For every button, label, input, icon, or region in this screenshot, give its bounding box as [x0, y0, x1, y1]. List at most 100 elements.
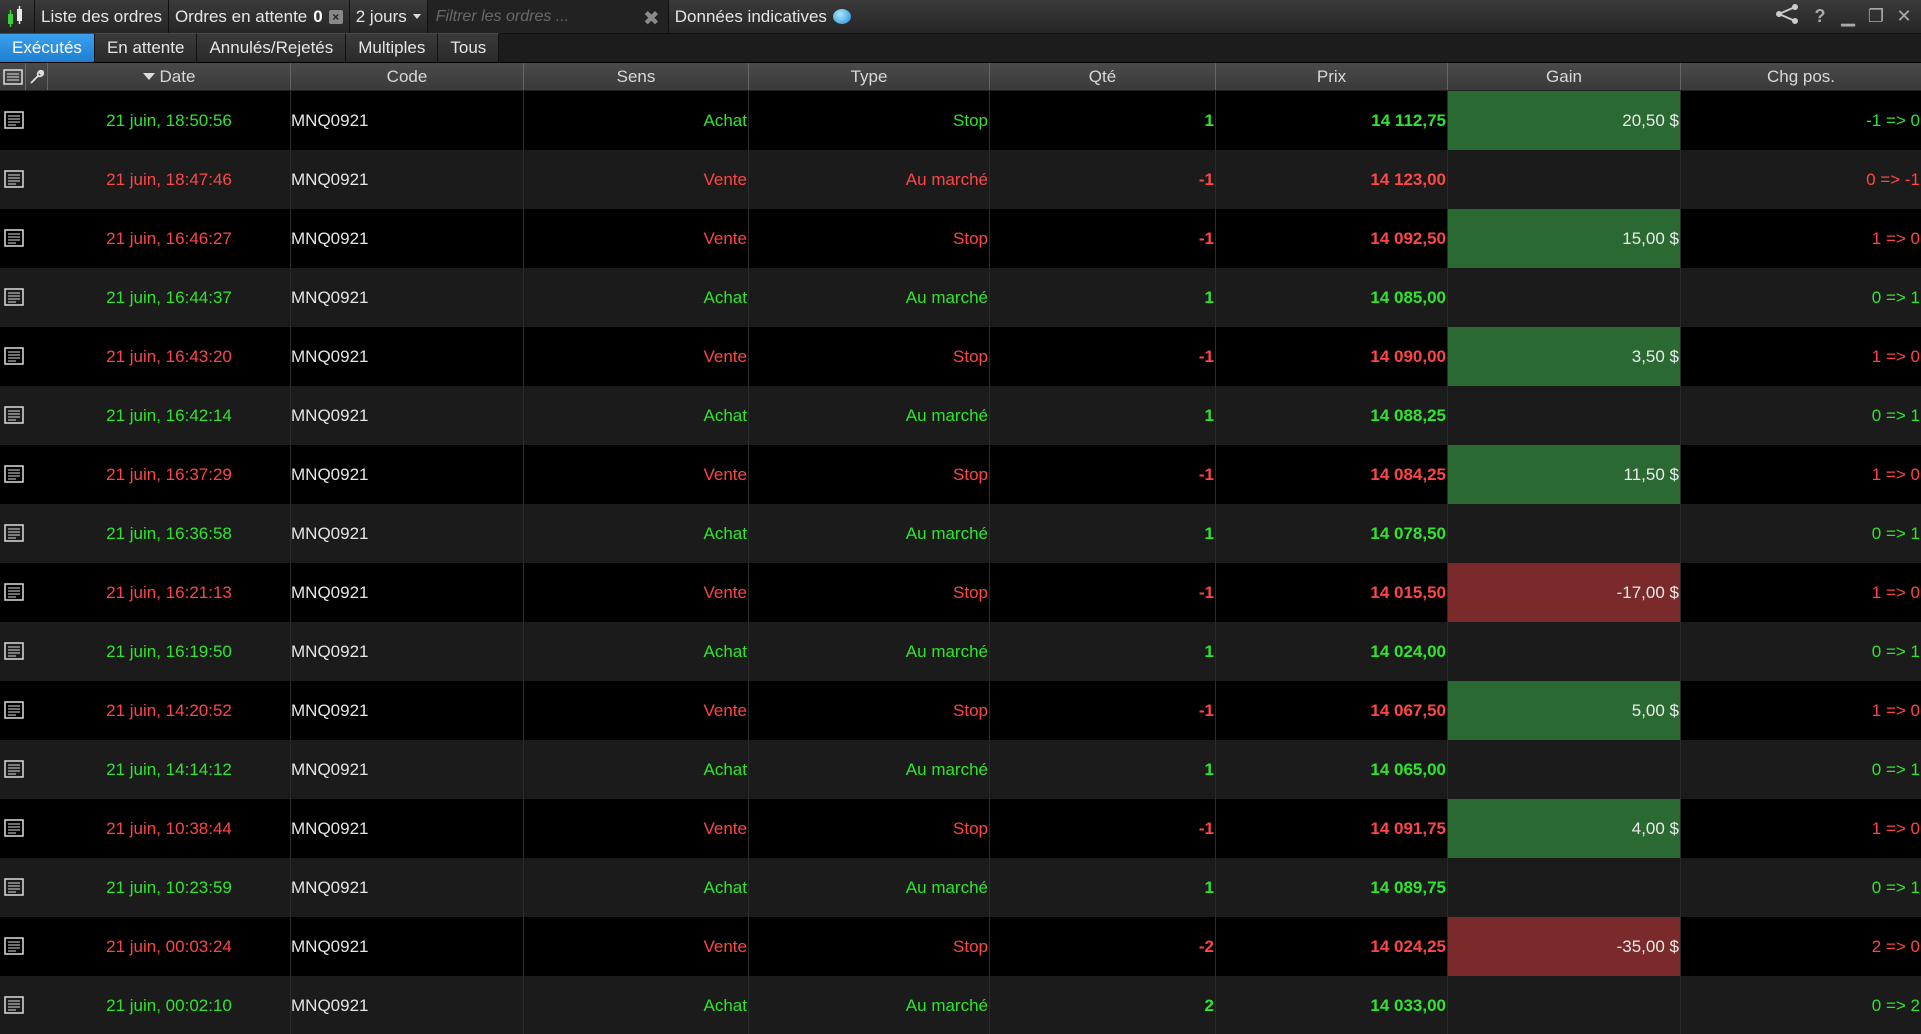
- order-details-icon[interactable]: [4, 465, 24, 483]
- help-icon[interactable]: ?: [1811, 6, 1829, 27]
- order-qty: 1: [990, 740, 1216, 799]
- col-qty[interactable]: Qté: [990, 63, 1216, 90]
- order-position-change: 0 => 1: [1871, 877, 1920, 897]
- tab-annules-rejetes[interactable]: Annulés/Rejetés: [197, 33, 347, 62]
- candlestick-icon[interactable]: [0, 0, 35, 33]
- tab-tous[interactable]: Tous: [438, 33, 500, 62]
- clear-filter-icon[interactable]: ✖: [643, 6, 660, 31]
- table-row[interactable]: 21 juin, 00:02:10 MNQ0921 Achat Au marché 2 1…: [0, 976, 1921, 1034]
- order-details-icon[interactable]: [4, 170, 24, 188]
- order-details-icon[interactable]: [4, 583, 24, 601]
- minimize-icon[interactable]: ▁: [1839, 6, 1857, 27]
- order-gain: -35,00 $: [1448, 917, 1681, 976]
- order-date: 21 juin, 00:03:24: [48, 917, 291, 976]
- table-row[interactable]: 21 juin, 16:36:58 MNQ0921 Achat Au marché 1 1…: [0, 504, 1921, 563]
- col-price-label: Prix: [1316, 66, 1347, 86]
- order-type: Au marché: [749, 858, 990, 917]
- col-sens[interactable]: Sens: [524, 63, 749, 90]
- tab-executes[interactable]: Exécutés: [0, 33, 95, 62]
- order-qty: -1: [990, 445, 1216, 504]
- restore-icon[interactable]: ❐: [1867, 6, 1885, 27]
- table-row[interactable]: 21 juin, 16:43:20 MNQ0921 Vente Stop -1 14 09…: [0, 327, 1921, 386]
- table-row[interactable]: 21 juin, 16:21:13 MNQ0921 Vente Stop -1 14 01…: [0, 563, 1921, 622]
- order-price: 14 067,50: [1216, 681, 1448, 740]
- col-code[interactable]: Code: [291, 63, 524, 90]
- table-row[interactable]: 21 juin, 18:50:56 MNQ0921 Achat Stop 1 14 112…: [0, 91, 1921, 150]
- table-row[interactable]: 21 juin, 16:37:29 MNQ0921 Vente Stop -1 14 08…: [0, 445, 1921, 504]
- order-type: Stop: [749, 209, 990, 268]
- table-row[interactable]: 21 juin, 14:14:12 MNQ0921 Achat Au marché 1 1…: [0, 740, 1921, 799]
- table-row[interactable]: 21 juin, 16:42:14 MNQ0921 Achat Au marché 1 1…: [0, 386, 1921, 445]
- order-gain: [1448, 622, 1681, 681]
- order-details-icon[interactable]: [4, 406, 24, 424]
- period-select[interactable]: 2 jours: [350, 0, 428, 33]
- order-gain: [1448, 858, 1681, 917]
- order-details-icon[interactable]: [4, 878, 24, 896]
- filter-input[interactable]: [427, 1, 638, 32]
- order-details-icon[interactable]: [4, 347, 24, 365]
- order-position-change: 1 => 0: [1871, 228, 1920, 248]
- table-row[interactable]: 21 juin, 18:47:46 MNQ0921 Vente Au marché -1…: [0, 150, 1921, 209]
- order-date: 21 juin, 16:43:20: [48, 327, 291, 386]
- col-sens-label: Sens: [616, 66, 656, 86]
- orders-window: Liste des ordres Ordres en attente 0 × 2…: [0, 0, 1921, 1034]
- table-row[interactable]: 21 juin, 10:23:59 MNQ0921 Achat Au marché 1 1…: [0, 858, 1921, 917]
- order-type: Au marché: [749, 504, 990, 563]
- order-type: Stop: [749, 327, 990, 386]
- order-details-icon[interactable]: [4, 996, 24, 1014]
- table-row[interactable]: 21 juin, 00:03:24 MNQ0921 Vente Stop -2 14 02…: [0, 917, 1921, 976]
- close-icon[interactable]: ✕: [1895, 6, 1913, 27]
- table-row[interactable]: 21 juin, 14:20:52 MNQ0921 Vente Stop -1 14 06…: [0, 681, 1921, 740]
- col-position-change[interactable]: Chg pos.: [1681, 63, 1921, 90]
- order-gain: 15,00 $: [1448, 209, 1681, 268]
- order-gain: 20,50 $: [1448, 91, 1681, 150]
- order-qty: -1: [990, 799, 1216, 858]
- order-date: 21 juin, 10:23:59: [48, 858, 291, 917]
- order-price: 14 088,25: [1216, 386, 1448, 445]
- top-toolbar: Liste des ordres Ordres en attente 0 × 2…: [0, 0, 1921, 34]
- order-date: 21 juin, 18:50:56: [48, 91, 291, 150]
- order-date: 21 juin, 16:19:50: [48, 622, 291, 681]
- order-details-icon[interactable]: [4, 760, 24, 778]
- order-details-icon[interactable]: [4, 288, 24, 306]
- order-code: MNQ0921: [291, 268, 524, 327]
- order-details-icon[interactable]: [4, 111, 24, 129]
- share-icon[interactable]: [1773, 3, 1801, 30]
- order-type: Au marché: [749, 268, 990, 327]
- table-row[interactable]: 21 juin, 10:38:44 MNQ0921 Vente Stop -1 14 09…: [0, 799, 1921, 858]
- order-details-icon[interactable]: [4, 937, 24, 955]
- col-type[interactable]: Type: [749, 63, 990, 90]
- window-controls: ? ▁ ❐ ✕: [1773, 0, 1921, 33]
- order-date: 21 juin, 18:47:46: [48, 150, 291, 209]
- table-row[interactable]: 21 juin, 16:46:27 MNQ0921 Vente Stop -1 14 09…: [0, 209, 1921, 268]
- info-bubble-icon[interactable]: [832, 9, 851, 24]
- sort-desc-icon: [142, 73, 155, 80]
- order-details-icon[interactable]: [4, 819, 24, 837]
- order-gain: [1448, 150, 1681, 209]
- order-qty: 1: [990, 622, 1216, 681]
- order-code: MNQ0921: [291, 740, 524, 799]
- order-details-icon[interactable]: [4, 524, 24, 542]
- order-details-icon[interactable]: [4, 701, 24, 719]
- order-type: Au marché: [749, 386, 990, 445]
- col-gain[interactable]: Gain: [1448, 63, 1681, 90]
- order-details-icon[interactable]: [4, 229, 24, 247]
- order-side: Vente: [524, 917, 749, 976]
- order-code: MNQ0921: [291, 386, 524, 445]
- close-pending-icon[interactable]: ×: [328, 9, 343, 24]
- col-price[interactable]: Prix: [1216, 63, 1448, 90]
- order-qty: 1: [990, 504, 1216, 563]
- tab-en-attente[interactable]: En attente: [94, 33, 198, 62]
- order-details-icon[interactable]: [4, 642, 24, 660]
- table-row[interactable]: 21 juin, 16:44:37 MNQ0921 Achat Au marché 1 1…: [0, 268, 1921, 327]
- tab-multiples[interactable]: Multiples: [346, 33, 439, 62]
- chevron-down-icon: [412, 14, 421, 19]
- pending-orders-count: 0: [313, 6, 323, 26]
- col-date[interactable]: Date: [48, 63, 291, 90]
- pending-orders-button[interactable]: Ordres en attente 0 ×: [169, 0, 350, 33]
- order-gain: [1448, 740, 1681, 799]
- wrench-icon[interactable]: [26, 63, 48, 90]
- table-row[interactable]: 21 juin, 16:19:50 MNQ0921 Achat Au marché 1 1…: [0, 622, 1921, 681]
- col-qty-label: Qté: [1088, 66, 1117, 86]
- details-column-icon[interactable]: [0, 63, 26, 90]
